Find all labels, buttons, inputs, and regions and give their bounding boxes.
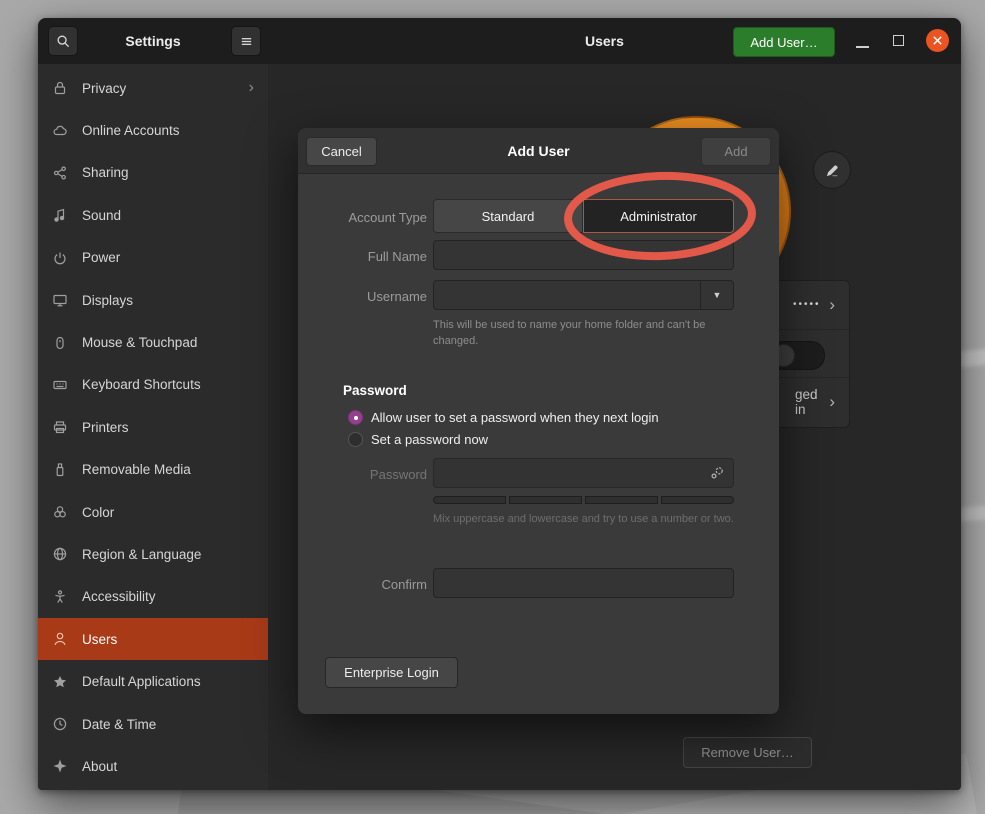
chevron-right-icon: › [829,295,835,315]
users-icon [52,631,68,647]
sparkle-icon [52,758,68,774]
sidebar-item-displays[interactable]: Displays [38,279,268,321]
sidebar-list: Privacy › Online Accounts Sharing Sound [38,67,268,788]
password-hint: Mix uppercase and lowercase and try to u… [433,512,743,528]
add-user-button[interactable]: Add User… [733,27,835,57]
sidebar-item-color[interactable]: Color [38,491,268,533]
sidebar-item-about[interactable]: About [38,745,268,787]
confirm-input[interactable] [433,568,734,598]
sidebar: Privacy › Online Accounts Sharing Sound [38,64,268,790]
sidebar-item-date-time[interactable]: Date & Time [38,703,268,745]
accessibility-icon [52,589,68,605]
sidebar-item-mouse-touchpad[interactable]: Mouse & Touchpad [38,321,268,363]
sound-icon [52,207,68,223]
username-input[interactable]: ▼ [433,280,734,310]
star-icon [52,674,68,690]
mouse-icon [52,335,68,351]
sidebar-item-removable-media[interactable]: Removable Media [38,449,268,491]
administrator-button[interactable]: Administrator [583,199,734,233]
generate-password-icon [709,465,725,481]
removable-media-icon [52,462,68,478]
password-strength-meter [433,496,734,504]
chevron-down-icon: ▼ [713,290,722,300]
password-input[interactable] [433,458,734,488]
password-label: Password [307,467,427,482]
maximize-icon[interactable] [893,35,904,46]
printer-icon [52,419,68,435]
close-icon [932,35,943,46]
sidebar-item-keyboard-shortcuts[interactable]: Keyboard Shortcuts [38,364,268,406]
sidebar-item-sharing[interactable]: Sharing [38,152,268,194]
password-heading: Password [343,383,407,398]
settings-window: Settings Users Add User… Privacy [38,18,961,790]
close-button[interactable] [926,29,949,52]
confirm-label: Confirm [307,577,427,592]
radio-password-next-login[interactable] [348,410,363,425]
add-button[interactable]: Add [701,137,771,166]
globe-icon [52,546,68,562]
lock-icon [52,80,68,96]
enterprise-login-button[interactable]: Enterprise Login [325,657,458,688]
sidebar-item-users[interactable]: Users [38,618,268,660]
cancel-button[interactable]: Cancel [306,137,377,166]
hamburger-icon [239,34,254,49]
headerbar: Settings Users Add User… [38,18,961,64]
sidebar-item-sound[interactable]: Sound [38,194,268,236]
sidebar-item-printers[interactable]: Printers [38,406,268,448]
generate-password-button[interactable] [709,465,725,486]
minimize-icon[interactable] [856,46,869,48]
pencil-icon [824,162,841,179]
username-label: Username [307,289,427,304]
sidebar-item-accessibility[interactable]: Accessibility [38,576,268,618]
chevron-right-icon: › [249,80,254,96]
chevron-right-icon: › [829,392,835,412]
radio-next-login-label[interactable]: Allow user to set a password when they n… [371,410,659,425]
menu-button[interactable] [231,26,261,56]
radio-set-now-label[interactable]: Set a password now [371,432,488,447]
share-icon [52,165,68,181]
keyboard-icon [52,377,68,393]
display-icon [52,292,68,308]
clock-icon [52,716,68,732]
remove-user-button[interactable]: Remove User… [683,737,812,768]
add-user-dialog: Add User Cancel Add Account Type Standar… [298,128,779,714]
sidebar-item-power[interactable]: Power [38,237,268,279]
cloud-icon [52,123,68,139]
radio-set-password-now[interactable] [348,432,363,447]
account-type-label: Account Type [307,210,427,225]
sidebar-item-privacy[interactable]: Privacy › [38,67,268,109]
username-hint: This will be used to name your home fold… [433,318,728,350]
full-name-label: Full Name [307,249,427,264]
logged-in-text: ged in [795,387,829,417]
power-icon [52,250,68,266]
full-name-input[interactable] [433,240,734,270]
desktop: Settings Users Add User… Privacy [0,0,985,814]
username-dropdown-button[interactable]: ▼ [700,281,733,309]
standard-button[interactable]: Standard [433,199,583,233]
edit-avatar-button[interactable] [813,151,851,189]
password-dots: ••••• [793,299,821,310]
page-title: Users [268,18,961,64]
sidebar-item-default-applications[interactable]: Default Applications [38,660,268,702]
color-icon [52,504,68,520]
sidebar-item-region-language[interactable]: Region & Language [38,533,268,575]
sidebar-item-online-accounts[interactable]: Online Accounts [38,109,268,151]
